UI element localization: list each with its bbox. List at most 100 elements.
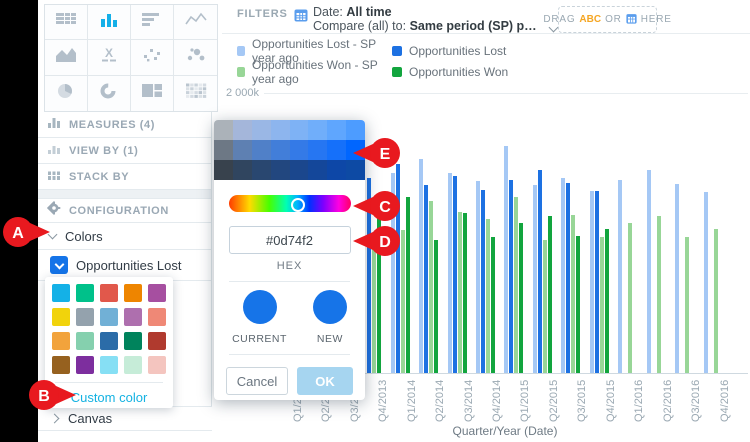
vis-type-table[interactable] <box>45 5 88 40</box>
sidebar-section-stack-by[interactable]: STACK BY <box>38 164 211 190</box>
palette-swatch-18[interactable] <box>124 356 142 374</box>
bar-Q4-2014-s2[interactable] <box>486 219 490 373</box>
shade-cell[interactable] <box>233 120 252 140</box>
vis-type-treemap[interactable] <box>131 76 174 111</box>
palette-swatch-17[interactable] <box>100 356 118 374</box>
shade-cell[interactable] <box>271 160 290 180</box>
bar-Q4-2015-s1[interactable] <box>595 191 599 373</box>
sidebar-section-measures-[interactable]: MEASURES (4) <box>38 112 211 138</box>
bar-Q1-2014-s3[interactable] <box>406 197 410 373</box>
legend-item[interactable]: Opportunities Lost <box>392 40 508 61</box>
shade-cell[interactable] <box>308 120 327 140</box>
bar-Q4-2015-s2[interactable] <box>600 237 604 373</box>
bar-Q2-2015-s1[interactable] <box>538 170 542 373</box>
palette-swatch-19[interactable] <box>148 356 166 374</box>
bar-Q4-2015-s0[interactable] <box>590 191 594 373</box>
shade-grid[interactable] <box>214 120 365 180</box>
palette-swatch-16[interactable] <box>76 356 94 374</box>
configuration-section[interactable]: CONFIGURATION <box>38 199 211 223</box>
bar-Q4-2016-s0[interactable] <box>704 192 708 373</box>
palette-swatch-15[interactable] <box>52 356 70 374</box>
bar-Q2-2014-s3[interactable] <box>434 240 438 373</box>
vis-type-pie[interactable] <box>45 76 88 111</box>
shade-cell[interactable] <box>252 120 271 140</box>
bar-Q3-2016-s0[interactable] <box>675 184 679 373</box>
palette-swatch-14[interactable] <box>148 332 166 350</box>
bar-Q1-2016-s2[interactable] <box>628 223 632 373</box>
shade-cell[interactable] <box>214 160 233 180</box>
vis-type-scatter[interactable] <box>131 40 174 75</box>
ok-button[interactable]: OK <box>297 367 353 395</box>
shade-cell[interactable] <box>308 140 327 160</box>
bar-Q2-2014-s2[interactable] <box>429 201 433 373</box>
shade-cell[interactable] <box>290 120 309 140</box>
shade-cell[interactable] <box>271 120 290 140</box>
shade-cell[interactable] <box>214 120 233 140</box>
bar-Q3-2014-s3[interactable] <box>463 213 467 373</box>
palette-swatch-3[interactable] <box>124 284 142 302</box>
palette-swatch-7[interactable] <box>100 308 118 326</box>
vis-type-column[interactable] <box>88 5 131 40</box>
vis-type-bar[interactable] <box>131 5 174 40</box>
bar-Q1-2014-s2[interactable] <box>401 230 405 373</box>
vis-type-bubble[interactable] <box>174 40 217 75</box>
sidebar-section-view-by-[interactable]: VIEW BY (1) <box>38 138 211 164</box>
bar-Q3-2015-s2[interactable] <box>571 215 575 373</box>
shade-cell[interactable] <box>271 140 290 160</box>
palette-swatch-5[interactable] <box>52 308 70 326</box>
palette-swatch-10[interactable] <box>52 332 70 350</box>
palette-swatch-11[interactable] <box>76 332 94 350</box>
bar-Q1-2015-s2[interactable] <box>514 197 518 373</box>
palette-swatch-12[interactable] <box>100 332 118 350</box>
colors-row[interactable]: Colors <box>38 223 211 250</box>
palette-swatch-13[interactable] <box>124 332 142 350</box>
bar-Q2-2014-s0[interactable] <box>419 159 423 373</box>
measure-color-dropdown[interactable] <box>50 256 68 274</box>
shade-cell[interactable] <box>233 140 252 160</box>
vis-type-donut[interactable] <box>88 76 131 111</box>
bar-Q2-2015-s2[interactable] <box>543 240 547 373</box>
bar-Q3-2014-s1[interactable] <box>453 176 457 373</box>
bar-Q3-2016-s2[interactable] <box>685 237 689 374</box>
vis-type-headline[interactable]: X <box>88 40 131 75</box>
palette-swatch-8[interactable] <box>124 308 142 326</box>
bar-Q3-2015-s0[interactable] <box>561 178 565 373</box>
bar-Q2-2016-s0[interactable] <box>647 170 651 373</box>
legend-item[interactable]: Opportunities Won - SP year ago <box>237 61 392 82</box>
attribute-drop-zone[interactable]: DRAG ABC OR HERE <box>558 6 657 33</box>
bar-Q3-2014-s0[interactable] <box>448 173 452 373</box>
bar-Q1-2015-s1[interactable] <box>509 180 513 373</box>
shade-cell[interactable] <box>327 140 346 160</box>
bar-Q1-2015-s3[interactable] <box>519 223 523 373</box>
shade-cell[interactable] <box>327 160 346 180</box>
palette-swatch-2[interactable] <box>100 284 118 302</box>
hue-slider-knob[interactable] <box>291 198 305 212</box>
shade-cell[interactable] <box>252 140 271 160</box>
bar-Q3-2015-s1[interactable] <box>566 183 570 373</box>
bar-Q1-2016-s0[interactable] <box>618 180 622 373</box>
shade-cell[interactable] <box>308 160 327 180</box>
shade-cell[interactable] <box>233 160 252 180</box>
date-filter[interactable]: Date: All time Compare (all) to: Same pe… <box>313 5 537 33</box>
hue-slider[interactable] <box>229 195 351 212</box>
palette-swatch-1[interactable] <box>76 284 94 302</box>
bar-Q4-2016-s2[interactable] <box>714 229 718 373</box>
bar-Q4-2014-s1[interactable] <box>481 190 485 373</box>
shade-cell[interactable] <box>327 120 346 140</box>
vis-type-line[interactable] <box>174 5 217 40</box>
shade-cell[interactable] <box>252 160 271 180</box>
palette-swatch-0[interactable] <box>52 284 70 302</box>
shade-cell[interactable] <box>346 120 365 140</box>
hex-input[interactable] <box>229 226 351 254</box>
bar-Q3-2015-s3[interactable] <box>576 236 580 373</box>
shade-cell[interactable] <box>290 160 309 180</box>
bar-Q2-2014-s1[interactable] <box>424 185 428 373</box>
vis-type-heatmap[interactable] <box>174 76 217 111</box>
bar-Q2-2015-s0[interactable] <box>533 185 537 373</box>
bar-Q3-2014-s2[interactable] <box>458 212 462 373</box>
palette-swatch-6[interactable] <box>76 308 94 326</box>
cancel-button[interactable]: Cancel <box>226 367 288 395</box>
bar-Q4-2014-s3[interactable] <box>491 237 495 373</box>
palette-swatch-9[interactable] <box>148 308 166 326</box>
legend-item[interactable]: Opportunities Won <box>392 61 508 82</box>
